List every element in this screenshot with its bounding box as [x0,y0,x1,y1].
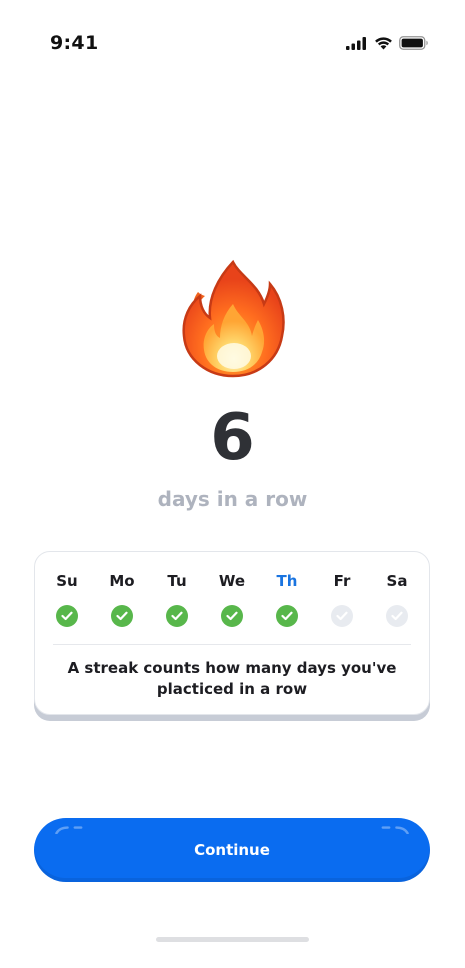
checkmark-icon [166,605,188,627]
day-label: We [218,572,246,590]
checkmark-icon [221,605,243,627]
day-label: Sa [386,572,408,590]
checkmark-icon [111,605,133,627]
button-highlight-icon [381,826,409,834]
streak-caption: days in a row [157,487,308,511]
checkmark-pending-icon [331,605,353,627]
day-label-today: Th [276,572,298,590]
day-monday: Mo [102,570,142,627]
checkmark-icon [56,605,78,627]
day-tuesday: Tu [157,570,197,627]
day-label: Su [56,572,78,590]
battery-icon [399,36,428,50]
streak-count: 6 [210,401,255,475]
card-divider [53,644,411,645]
cellular-signal-icon [346,36,366,50]
streak-week-card: Su Mo Tu We Th Fr Sa A streak counts how… [34,551,430,715]
status-time: 9:41 [50,32,99,54]
day-label: Fr [333,572,351,590]
day-saturday: Sa [377,570,417,627]
day-label: Mo [109,572,135,590]
week-days-row: Su Mo Tu We Th Fr Sa [47,570,417,627]
checkmark-icon [276,605,298,627]
wifi-icon [375,37,392,50]
checkmark-pending-icon [386,605,408,627]
day-wednesday: We [212,570,252,627]
button-highlight-icon [55,826,83,834]
fire-icon [182,259,285,378]
home-indicator[interactable] [156,937,309,942]
streak-explanation: A streak counts how many days you've pla… [67,659,397,698]
day-friday: Fr [322,570,362,627]
status-icons [346,36,429,50]
continue-label: Continue [194,841,270,859]
status-bar: 9:41 [0,0,465,88]
day-thursday-today: Th [267,570,307,627]
day-label: Tu [167,572,187,590]
continue-button[interactable]: Continue [34,818,430,882]
day-sunday: Su [47,570,87,627]
